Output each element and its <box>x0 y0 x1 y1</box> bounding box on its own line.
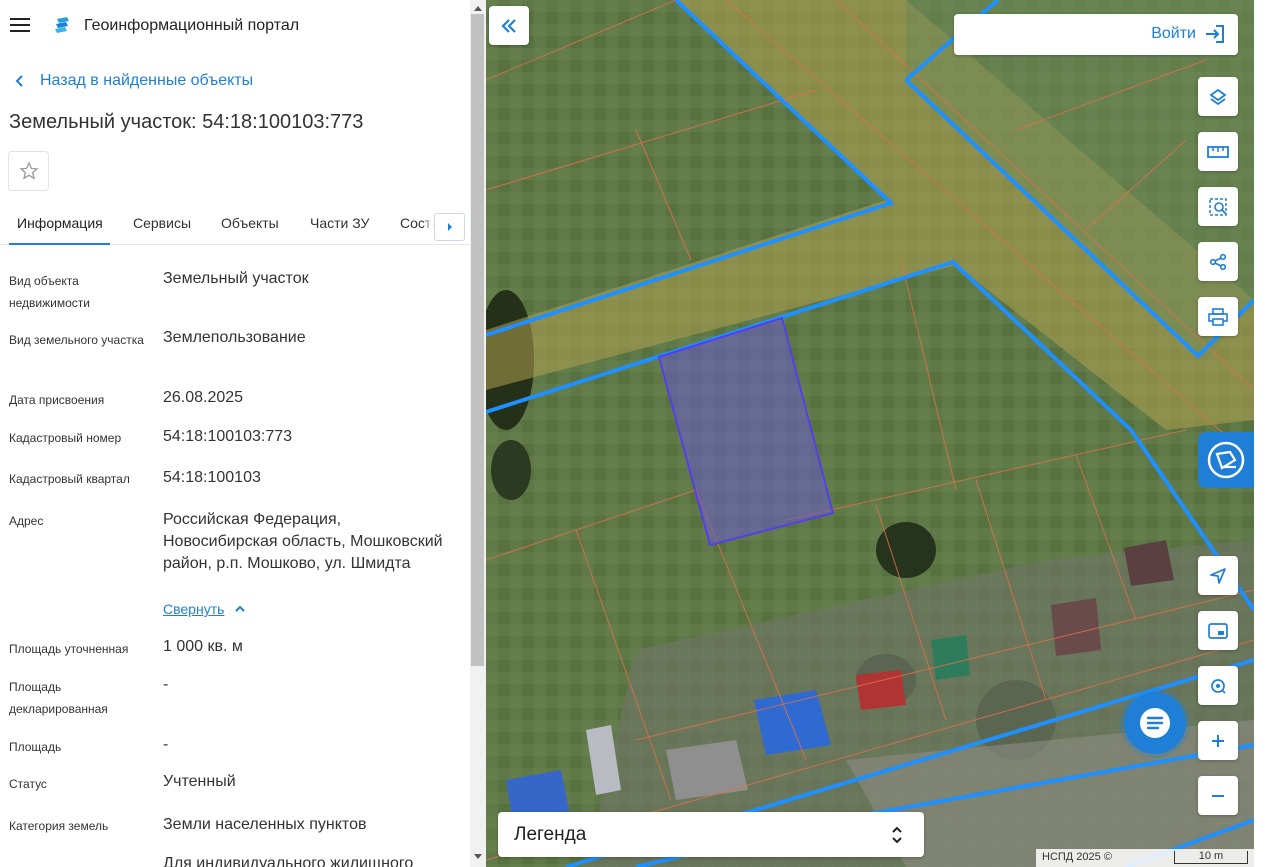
tab-bar: Информация Сервисы Объекты Части ЗУ Сост… <box>0 205 470 245</box>
minimap-icon <box>1208 622 1228 639</box>
login-label: Войти <box>1151 25 1196 42</box>
geolocation-button[interactable] <box>1198 666 1238 705</box>
nspd-logo-icon <box>1207 441 1245 479</box>
favorite-button[interactable] <box>8 151 49 191</box>
scroll-up-icon[interactable] <box>473 4 483 12</box>
house-roof <box>1124 540 1174 586</box>
property-label: Категория земель <box>9 819 109 833</box>
house-roof <box>931 635 970 680</box>
zoom-in-icon <box>1212 734 1224 747</box>
property-value: 1 000 кв. м <box>163 638 243 655</box>
chat-icon <box>1140 708 1170 738</box>
layers-icon <box>1209 88 1227 105</box>
hamburger-icon[interactable] <box>10 17 30 33</box>
property-label: Вид земельного участка <box>9 333 144 347</box>
info-panel: Геоинформационный портал Назад в найденн… <box>0 0 470 867</box>
zoom-out-icon <box>1212 794 1224 797</box>
tabs-scroll-right-button[interactable] <box>434 213 465 241</box>
back-link-label: Назад в найденные объекты <box>40 72 254 89</box>
property-label: Площадь уточненная <box>9 642 129 656</box>
expand-collapse-icon <box>892 826 902 844</box>
property-label: Статус <box>9 777 47 791</box>
ruler-icon <box>1207 145 1229 158</box>
caret-right-icon <box>447 223 452 231</box>
legend-label: Легенда <box>514 824 587 845</box>
chevron-up-icon <box>235 605 246 612</box>
print-icon <box>1208 307 1228 326</box>
property-value: Землепользование <box>163 329 306 346</box>
scrollbar-thumb[interactable] <box>471 14 484 666</box>
map-attribution: НСПД 2025 © 10 m <box>1036 849 1254 867</box>
locate-button[interactable] <box>1198 556 1238 595</box>
chat-button[interactable] <box>1124 692 1186 754</box>
house-roof <box>666 740 748 800</box>
login-icon <box>1206 25 1224 43</box>
minimap-button[interactable] <box>1198 611 1238 650</box>
tab-services[interactable]: Сервисы <box>133 215 191 231</box>
login-bar: Войти <box>954 14 1238 55</box>
property-value: 54:18:100103:773 <box>163 428 293 445</box>
area-select-button[interactable] <box>1198 187 1238 226</box>
star-icon <box>18 161 39 180</box>
share-icon <box>1209 253 1227 270</box>
object-title: Земельный участок: 54:18:100103:773 <box>9 111 364 133</box>
legend-dropdown[interactable]: Легенда <box>498 812 924 857</box>
property-value: Земельный участок <box>163 270 309 287</box>
double-chevron-left-icon <box>501 18 516 33</box>
app-root: Геоинформационный портал Назад в найденн… <box>0 0 1280 867</box>
property-value: Земли населенных пунктов <box>163 816 367 833</box>
app-title: Геоинформационный портал <box>84 17 300 34</box>
nspd-service-button[interactable] <box>1198 432 1254 488</box>
locate-icon <box>1210 567 1226 584</box>
house-roof <box>1051 598 1101 656</box>
property-label: Адрес <box>9 514 44 528</box>
tree-area <box>491 440 531 500</box>
property-value: Для индивидуального жилищного <box>163 855 414 867</box>
property-label: Вид объекта недвижимости <box>9 274 90 310</box>
address-value: Российская Федерация, Новосибирская обла… <box>163 511 443 572</box>
top-bar: Геоинформационный портал <box>0 0 470 52</box>
tab-information[interactable]: Информация <box>17 215 103 231</box>
login-button[interactable]: Войти <box>1151 24 1226 44</box>
chevron-left-icon <box>15 75 23 87</box>
portal-logo-icon <box>55 17 69 33</box>
property-value: - <box>163 736 169 753</box>
property-label: Дата присвоения <box>9 393 105 407</box>
active-tab-indicator <box>9 243 110 245</box>
tree-area <box>876 522 936 578</box>
layers-button[interactable] <box>1198 77 1238 116</box>
property-value: 54:18:100103 <box>163 469 261 486</box>
map-right-edge <box>1254 0 1280 867</box>
property-label: Площадь <box>9 740 62 754</box>
scale-bar: 10 m <box>1174 851 1248 864</box>
attribution-text: НСПД 2025 © <box>1042 851 1112 863</box>
collapse-panel-button[interactable] <box>489 6 529 45</box>
zoom-in-button[interactable] <box>1198 721 1238 760</box>
property-label: Кадастровый номер <box>9 431 122 445</box>
geolocation-icon <box>1211 678 1226 694</box>
zoom-out-button[interactable] <box>1198 776 1238 815</box>
property-value: Учтенный <box>163 773 236 790</box>
tab-objects[interactable]: Объекты <box>221 215 279 231</box>
print-button[interactable] <box>1198 297 1238 336</box>
tab-parcel-parts[interactable]: Части ЗУ <box>310 215 369 231</box>
area-select-icon <box>1209 197 1227 216</box>
collapse-label: Свернуть <box>163 601 225 617</box>
property-label: Кадастровый квартал <box>9 472 130 486</box>
ruler-button[interactable] <box>1198 132 1238 171</box>
back-to-results-link[interactable]: Назад в найденные объекты <box>12 72 253 90</box>
property-label: Площадь декларированная <box>9 680 108 716</box>
share-button[interactable] <box>1198 242 1238 281</box>
property-value: 26.08.2025 <box>163 389 244 406</box>
collapse-address-link[interactable]: Свернуть <box>163 601 246 617</box>
property-value: - <box>163 676 169 693</box>
scroll-down-icon[interactable] <box>473 853 483 861</box>
